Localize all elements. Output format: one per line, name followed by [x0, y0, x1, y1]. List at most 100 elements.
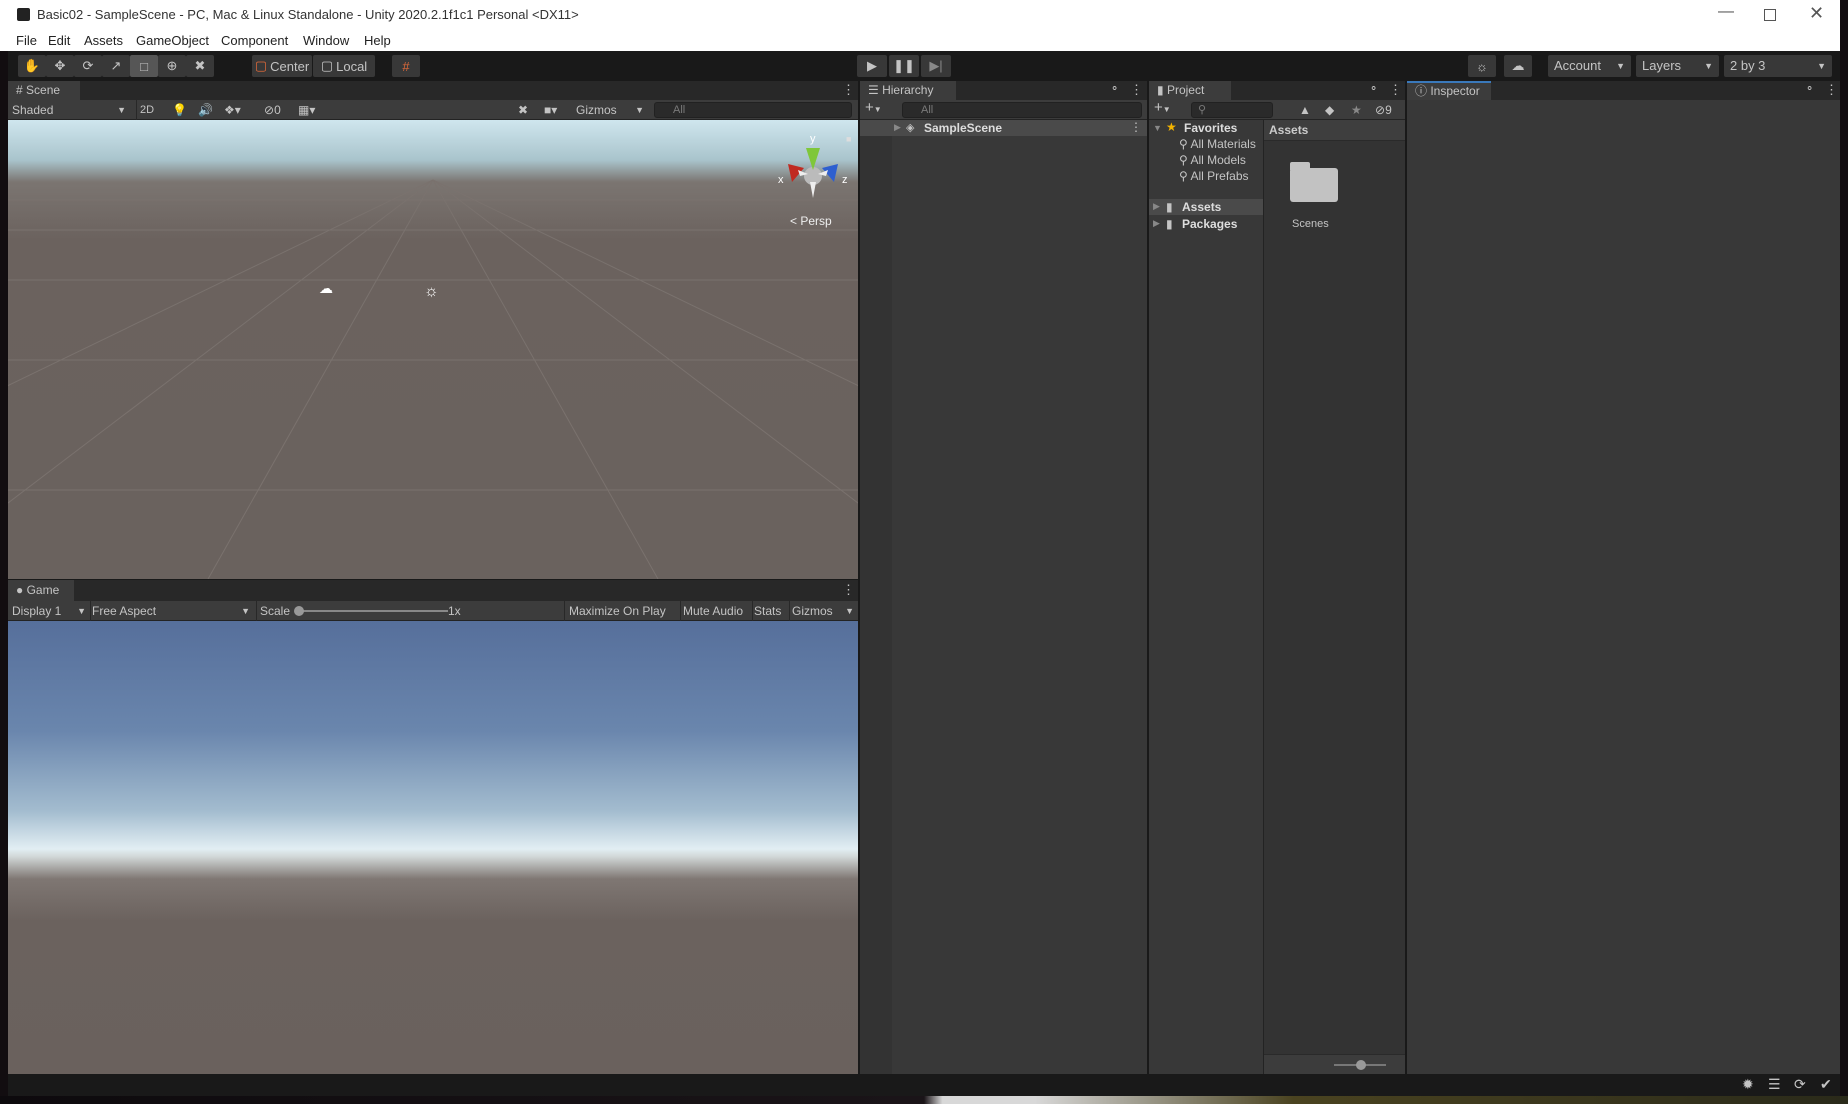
- aspect-dropdown[interactable]: Free Aspect ▼: [92, 603, 252, 619]
- hidden-packages-toggle[interactable]: ⊘9: [1375, 102, 1392, 118]
- gizmos-dropdown[interactable]: Gizmos ▼: [792, 603, 856, 619]
- scene-toolbar: Shaded ▼ 2D 💡 🔊 ❖▾ ⊘0 ▦▾ ✖ ■▾ Gizmos ▼ All: [8, 100, 858, 120]
- search-placeholder: All: [673, 104, 686, 116]
- maximize-button[interactable]: [1764, 9, 1776, 21]
- lock-icon[interactable]: ⚬: [1369, 82, 1378, 95]
- pivot-local-button[interactable]: ▢ Local: [313, 55, 375, 77]
- tools-icon[interactable]: ✖: [518, 102, 528, 118]
- add-icon[interactable]: +▼: [1154, 100, 1171, 118]
- gamepad-icon: ●: [16, 583, 27, 597]
- expand-arrow-icon[interactable]: ▶: [1153, 218, 1160, 229]
- more-options-icon[interactable]: ⋮: [842, 82, 855, 98]
- favorites-header[interactable]: Favorites: [1184, 121, 1237, 135]
- 2d-toggle[interactable]: 2D: [140, 102, 154, 118]
- project-search-input[interactable]: ⚲: [1191, 102, 1273, 118]
- audio-toggle-icon[interactable]: 🔊: [198, 102, 213, 118]
- display-dropdown[interactable]: Display 1 ▼: [12, 603, 88, 619]
- space-label: Local: [336, 58, 368, 74]
- menu-window[interactable]: Window: [303, 33, 349, 48]
- menu-help[interactable]: Help: [364, 33, 391, 48]
- tab-project[interactable]: ▮ Project: [1149, 81, 1231, 100]
- move-tool-icon[interactable]: ✥: [46, 55, 74, 77]
- layers-dropdown[interactable]: Layers ▼: [1636, 55, 1719, 77]
- progress-check-icon[interactable]: ✔: [1820, 1076, 1832, 1093]
- scene-search-input[interactable]: All: [654, 102, 852, 118]
- hidden-objects-toggle[interactable]: ⊘0: [264, 102, 281, 118]
- scale-slider-handle[interactable]: [294, 606, 304, 616]
- pivot-center-button[interactable]: ▢ Center: [252, 55, 312, 77]
- search-by-label-icon[interactable]: ◆: [1325, 102, 1334, 118]
- more-options-icon[interactable]: ⋮: [1825, 82, 1838, 98]
- play-button[interactable]: ▶: [857, 55, 887, 77]
- hand-tool-icon[interactable]: ✋: [18, 55, 46, 77]
- expand-arrow-icon[interactable]: ▶: [894, 122, 901, 133]
- menu-edit[interactable]: Edit: [48, 33, 70, 48]
- assets-breadcrumb[interactable]: Assets: [1264, 120, 1405, 141]
- more-options-icon[interactable]: ⋮: [1130, 120, 1142, 134]
- gizmos-dropdown[interactable]: Gizmos ▼: [576, 102, 648, 118]
- layout-dropdown[interactable]: 2 by 3 ▼: [1724, 55, 1832, 77]
- tab-hierarchy[interactable]: ☰ Hierarchy: [860, 81, 956, 100]
- more-options-icon[interactable]: ⋮: [1389, 82, 1402, 98]
- light-gizmo-icon[interactable]: ☼: [424, 283, 439, 301]
- menu-gameobject[interactable]: GameObject: [136, 33, 209, 48]
- menu-file[interactable]: File: [16, 33, 37, 48]
- camera-gizmo-icon[interactable]: ☁: [319, 280, 333, 297]
- more-options-icon[interactable]: ⋮: [842, 582, 855, 598]
- expand-arrow-icon[interactable]: ▶: [1153, 201, 1160, 212]
- projection-toggle[interactable]: < Persp: [790, 214, 832, 228]
- search-by-type-icon[interactable]: ▲: [1299, 102, 1311, 118]
- maximize-on-play-toggle[interactable]: Maximize On Play: [569, 603, 666, 619]
- unity-scene-icon: ◈: [906, 122, 915, 134]
- fav-item[interactable]: ⚲ All Prefabs: [1179, 169, 1249, 183]
- shading-dropdown[interactable]: Shaded ▼: [12, 102, 130, 118]
- auto-refresh-icon[interactable]: ⟳: [1794, 1076, 1806, 1093]
- fav-item[interactable]: ⚲ All Materials: [1179, 137, 1263, 151]
- fav-item[interactable]: ⚲ All Models: [1179, 153, 1246, 167]
- stats-toggle[interactable]: Stats: [754, 603, 781, 619]
- step-button[interactable]: ▶|: [921, 55, 951, 77]
- favorites-star-icon[interactable]: ★: [1351, 102, 1362, 118]
- collapse-arrow-icon[interactable]: ▼: [1153, 123, 1162, 133]
- scale-slider[interactable]: [298, 610, 448, 612]
- effects-toggle-icon[interactable]: ❖▾: [224, 102, 241, 118]
- more-options-icon[interactable]: ⋮: [1130, 82, 1143, 98]
- grid-toggle-icon[interactable]: ▦▾: [298, 102, 315, 118]
- tab-inspector[interactable]: ⓘ Inspector: [1407, 81, 1491, 100]
- scene-tab-label: Scene: [26, 83, 61, 97]
- close-button[interactable]: ✕: [1809, 3, 1824, 24]
- scene-view[interactable]: ☁ ☼ y x z ■ < Persp: [8, 120, 858, 579]
- grid-snap-icon[interactable]: #: [392, 55, 420, 77]
- asset-item-scenes[interactable]: [1288, 162, 1338, 206]
- hierarchy-item-scene[interactable]: ▶ ◈ SampleScene ⋮: [860, 120, 1147, 136]
- lock-icon[interactable]: ■: [846, 134, 851, 144]
- services-icon[interactable]: ☼: [1468, 55, 1496, 77]
- account-dropdown[interactable]: Account ▼: [1548, 55, 1631, 77]
- lock-icon[interactable]: ⚬: [1805, 82, 1814, 95]
- transform-tool-icon[interactable]: ⊕: [158, 55, 186, 77]
- lighting-toggle-icon[interactable]: 💡: [172, 102, 187, 118]
- scale-tool-icon[interactable]: ↗: [102, 55, 130, 77]
- icon-size-slider-handle[interactable]: [1356, 1060, 1366, 1070]
- add-icon[interactable]: +▼: [865, 100, 882, 118]
- tree-item-packages[interactable]: ▶ ▮ Packages: [1149, 216, 1263, 232]
- rect-tool-icon[interactable]: □: [130, 55, 158, 77]
- minimize-button[interactable]: —: [1718, 3, 1734, 21]
- cache-server-icon[interactable]: ☰: [1768, 1076, 1781, 1093]
- cloud-icon[interactable]: ☁: [1504, 55, 1532, 77]
- orientation-gizmo[interactable]: y x z: [768, 130, 858, 220]
- hierarchy-search-input[interactable]: All: [902, 102, 1142, 118]
- tab-game[interactable]: ● Game: [8, 580, 74, 601]
- menu-component[interactable]: Component: [221, 33, 288, 48]
- rotate-tool-icon[interactable]: ⟳: [74, 55, 102, 77]
- camera-icon[interactable]: ■▾: [544, 102, 557, 118]
- custom-tool-icon[interactable]: ✖: [186, 55, 214, 77]
- game-view[interactable]: [8, 621, 858, 1074]
- tree-item-assets[interactable]: ▶ ▮ Assets: [1149, 199, 1263, 215]
- tab-scene[interactable]: # Scene: [8, 81, 80, 100]
- debug-off-icon[interactable]: ✹: [1742, 1076, 1754, 1093]
- lock-icon[interactable]: ⚬: [1110, 82, 1119, 95]
- mute-audio-toggle[interactable]: Mute Audio: [683, 603, 743, 619]
- pause-button[interactable]: ❚❚: [889, 55, 919, 77]
- menu-assets[interactable]: Assets: [84, 33, 123, 48]
